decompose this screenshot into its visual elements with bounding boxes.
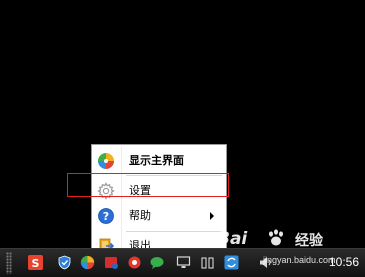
baidu-jingyan-watermark: Bai 经验 jingyan.baidu.com <box>217 225 362 265</box>
monitor-icon[interactable] <box>176 255 191 270</box>
paw-icon <box>269 229 283 246</box>
red-app-icon[interactable] <box>104 255 119 270</box>
menu-item-label: 显示主界面 <box>129 154 184 167</box>
menu-item-show-main[interactable]: 显示主界面 <box>92 148 226 174</box>
network-icon[interactable] <box>200 255 215 270</box>
shield-icon[interactable] <box>57 255 72 270</box>
watermark-jingyan-text: 经验 <box>295 233 323 249</box>
desktop: 显示主界面 设置 ? 帮助 退出 S 10:56 Bai 经验 jingyan.… <box>0 0 365 277</box>
svg-text:?: ? <box>103 210 109 223</box>
sogou-input-icon[interactable]: S <box>28 255 43 270</box>
pinwheel-app-icon[interactable] <box>80 255 95 270</box>
watermark-logo-text: Bai <box>217 229 248 249</box>
menu-item-label: 帮助 <box>129 209 151 222</box>
pinwheel-app-icon <box>98 153 114 169</box>
settings-highlight-box <box>67 173 229 197</box>
menu-separator <box>126 231 222 232</box>
tray-context-menu: 显示主界面 设置 ? 帮助 退出 <box>91 144 227 259</box>
menu-item-help[interactable]: ? 帮助 <box>92 203 226 229</box>
svg-text:S: S <box>32 257 40 270</box>
submenu-arrow-icon <box>210 212 214 220</box>
chat-icon[interactable] <box>150 255 165 270</box>
red-app-icon[interactable] <box>127 255 142 270</box>
help-icon: ? <box>98 208 114 224</box>
taskbar-grip[interactable] <box>6 252 12 274</box>
watermark-url: jingyan.baidu.com <box>263 255 336 265</box>
